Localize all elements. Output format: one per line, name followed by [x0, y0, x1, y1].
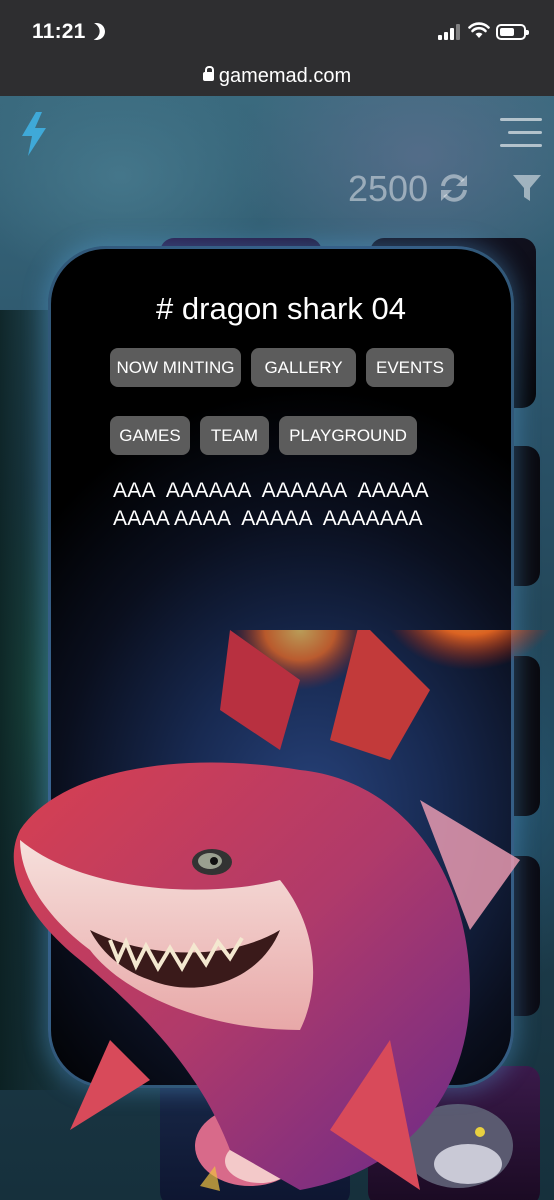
modal-title: # dragon shark 04 — [156, 291, 406, 326]
nav-gallery-button[interactable]: GALLERY — [251, 348, 356, 387]
description-line: AAA AAAAAA AAAAAA AAAAA — [113, 479, 429, 502]
nav-games-button[interactable]: GAMES — [110, 416, 190, 455]
nav-events-button[interactable]: EVENTS — [366, 348, 454, 387]
status-bar: 11:21 — [0, 0, 554, 58]
wifi-icon — [468, 22, 490, 38]
bolt-logo-icon[interactable] — [20, 112, 48, 156]
status-time: 11:21 — [32, 20, 86, 43]
nav-playground-button[interactable]: PLAYGROUND — [279, 416, 417, 455]
lock-icon — [202, 66, 214, 81]
signal-icon — [438, 24, 462, 40]
credits-balance: 2500 — [348, 168, 429, 209]
url-text: gamemad.com — [218, 65, 352, 87]
nav-team-button[interactable]: TEAM — [200, 416, 269, 455]
refresh-icon[interactable] — [438, 172, 470, 204]
description-line: AAAA AAAA AAAAA AAAAAAA — [113, 507, 423, 530]
filter-icon[interactable] — [512, 174, 542, 202]
nav-now-minting-button[interactable]: NOW MINTING — [110, 348, 241, 387]
menu-icon[interactable] — [500, 118, 542, 148]
page-content: 2500 # dragon shark 04 NOW MINTING GALLE… — [0, 96, 554, 1200]
url-bar[interactable]: gamemad.com — [0, 58, 554, 96]
moon-icon — [86, 21, 108, 43]
battery-icon — [496, 24, 529, 40]
nft-detail-modal: # dragon shark 04 NOW MINTING GALLERY EV… — [48, 246, 514, 1088]
